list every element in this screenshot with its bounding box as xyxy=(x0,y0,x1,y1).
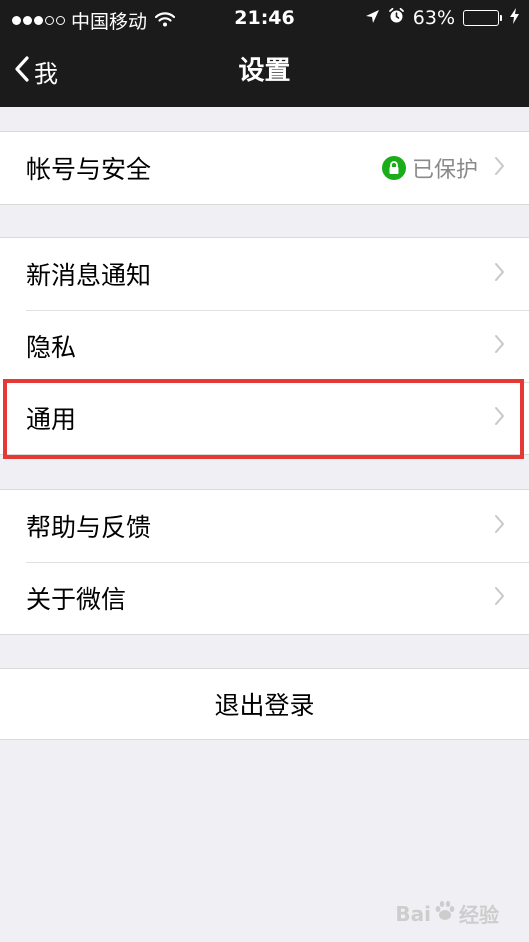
settings-item-new-message-notification[interactable]: 新消息通知 xyxy=(0,238,529,310)
location-arrow-icon xyxy=(365,7,380,29)
charging-bolt-icon xyxy=(510,7,519,29)
watermark-text-right: 经验 xyxy=(459,903,499,927)
battery-icon xyxy=(463,10,502,26)
settings-item-privacy[interactable]: 隐私 xyxy=(0,310,529,382)
settings-item-label: 新消息通知 xyxy=(26,261,152,290)
chevron-right-icon xyxy=(494,156,505,180)
security-status-text: 已保护 xyxy=(411,158,478,183)
settings-item-account-security[interactable]: 帐号与安全 已保护 xyxy=(0,132,529,204)
chevron-right-icon xyxy=(494,514,505,538)
chevron-right-icon xyxy=(494,262,505,286)
chevron-right-icon xyxy=(494,406,505,430)
settings-item-about-wechat[interactable]: 关于微信 xyxy=(0,562,529,634)
lock-icon xyxy=(381,156,406,180)
watermark-text-left: Bai xyxy=(395,901,431,926)
alarm-icon xyxy=(388,7,405,29)
settings-item-label: 隐私 xyxy=(26,333,77,362)
status-bar-right: 63% xyxy=(365,7,519,29)
page-title: 设置 xyxy=(238,56,291,86)
settings-group-about: 帮助与反馈 关于微信 xyxy=(0,489,529,635)
settings-item-label: 关于微信 xyxy=(26,585,127,614)
settings-item-help-feedback[interactable]: 帮助与反馈 xyxy=(0,490,529,562)
settings-item-general[interactable]: 通用 xyxy=(0,382,529,454)
status-bar: 中国移动 21:46 63% xyxy=(0,0,529,36)
settings-group-account: 帐号与安全 已保护 xyxy=(0,131,529,205)
logout-button[interactable]: 退出登录 xyxy=(0,668,529,740)
chevron-right-icon xyxy=(494,334,505,358)
baidu-watermark: Bai 经验 xyxy=(395,899,499,928)
paw-logo-icon xyxy=(434,900,456,927)
settings-item-label: 通用 xyxy=(26,405,77,434)
battery-percent: 63% xyxy=(412,7,455,29)
settings-item-label: 帐号与安全 xyxy=(26,155,152,184)
settings-item-label: 帮助与反馈 xyxy=(26,513,152,542)
chevron-right-icon xyxy=(494,586,505,610)
settings-group-general: 新消息通知 隐私 通用 xyxy=(0,237,529,455)
navigation-bar: 我 设置 xyxy=(0,36,529,107)
